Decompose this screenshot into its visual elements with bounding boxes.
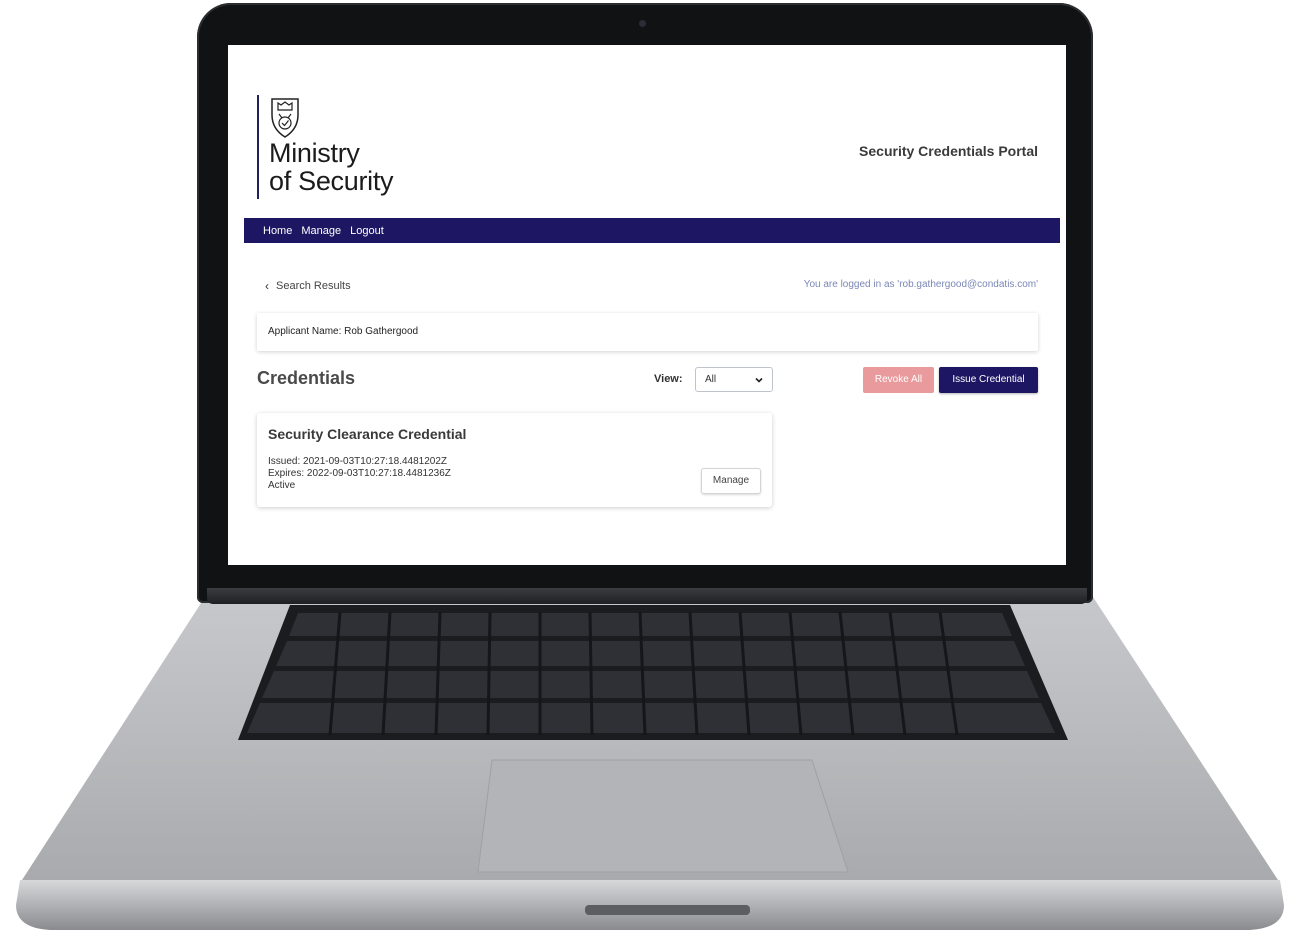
applicant-card: Applicant Name: Rob Gathergood xyxy=(257,313,1038,351)
ministry-name: Ministry of Security xyxy=(269,138,394,196)
credentials-heading: Credentials xyxy=(257,368,356,388)
credential-status: Active xyxy=(268,480,296,491)
credential-card: Security Clearance Credential Issued: 20… xyxy=(257,413,772,507)
laptop-hinge xyxy=(207,588,1087,604)
logged-in-notice: You are logged in as 'rob.gathergood@con… xyxy=(803,279,1038,290)
view-filter-select[interactable]: All xyxy=(695,367,773,392)
chevron-down-icon xyxy=(755,377,763,383)
webcam xyxy=(639,20,646,27)
chevron-left-icon: ‹ xyxy=(265,279,269,293)
back-to-search-results[interactable]: ‹ Search Results xyxy=(265,279,351,293)
nav-home[interactable]: Home xyxy=(263,225,292,237)
credential-title: Security Clearance Credential xyxy=(268,426,467,442)
portal-title: Security Credentials Portal xyxy=(859,143,1038,159)
nav-manage[interactable]: Manage xyxy=(301,225,341,237)
manage-credential-button[interactable]: Manage xyxy=(701,468,761,494)
main-nav: Home Manage Logout xyxy=(244,218,1060,243)
issue-credential-button[interactable]: Issue Credential xyxy=(939,367,1038,393)
browser-viewport: Ministry of Security Security Credential… xyxy=(228,45,1066,565)
view-filter-value: All xyxy=(705,374,717,385)
back-link-label: Search Results xyxy=(276,280,351,292)
credential-issued: Issued: 2021-09-03T10:27:18.4481202Z xyxy=(268,456,448,467)
credential-expires: Expires: 2022-09-03T10:27:18.4481236Z xyxy=(268,468,451,479)
revoke-all-button[interactable]: Revoke All xyxy=(863,367,934,393)
view-filter-label: View: xyxy=(654,373,683,385)
nav-logout[interactable]: Logout xyxy=(350,225,384,237)
ministry-logo[interactable]: Ministry of Security xyxy=(257,95,437,199)
